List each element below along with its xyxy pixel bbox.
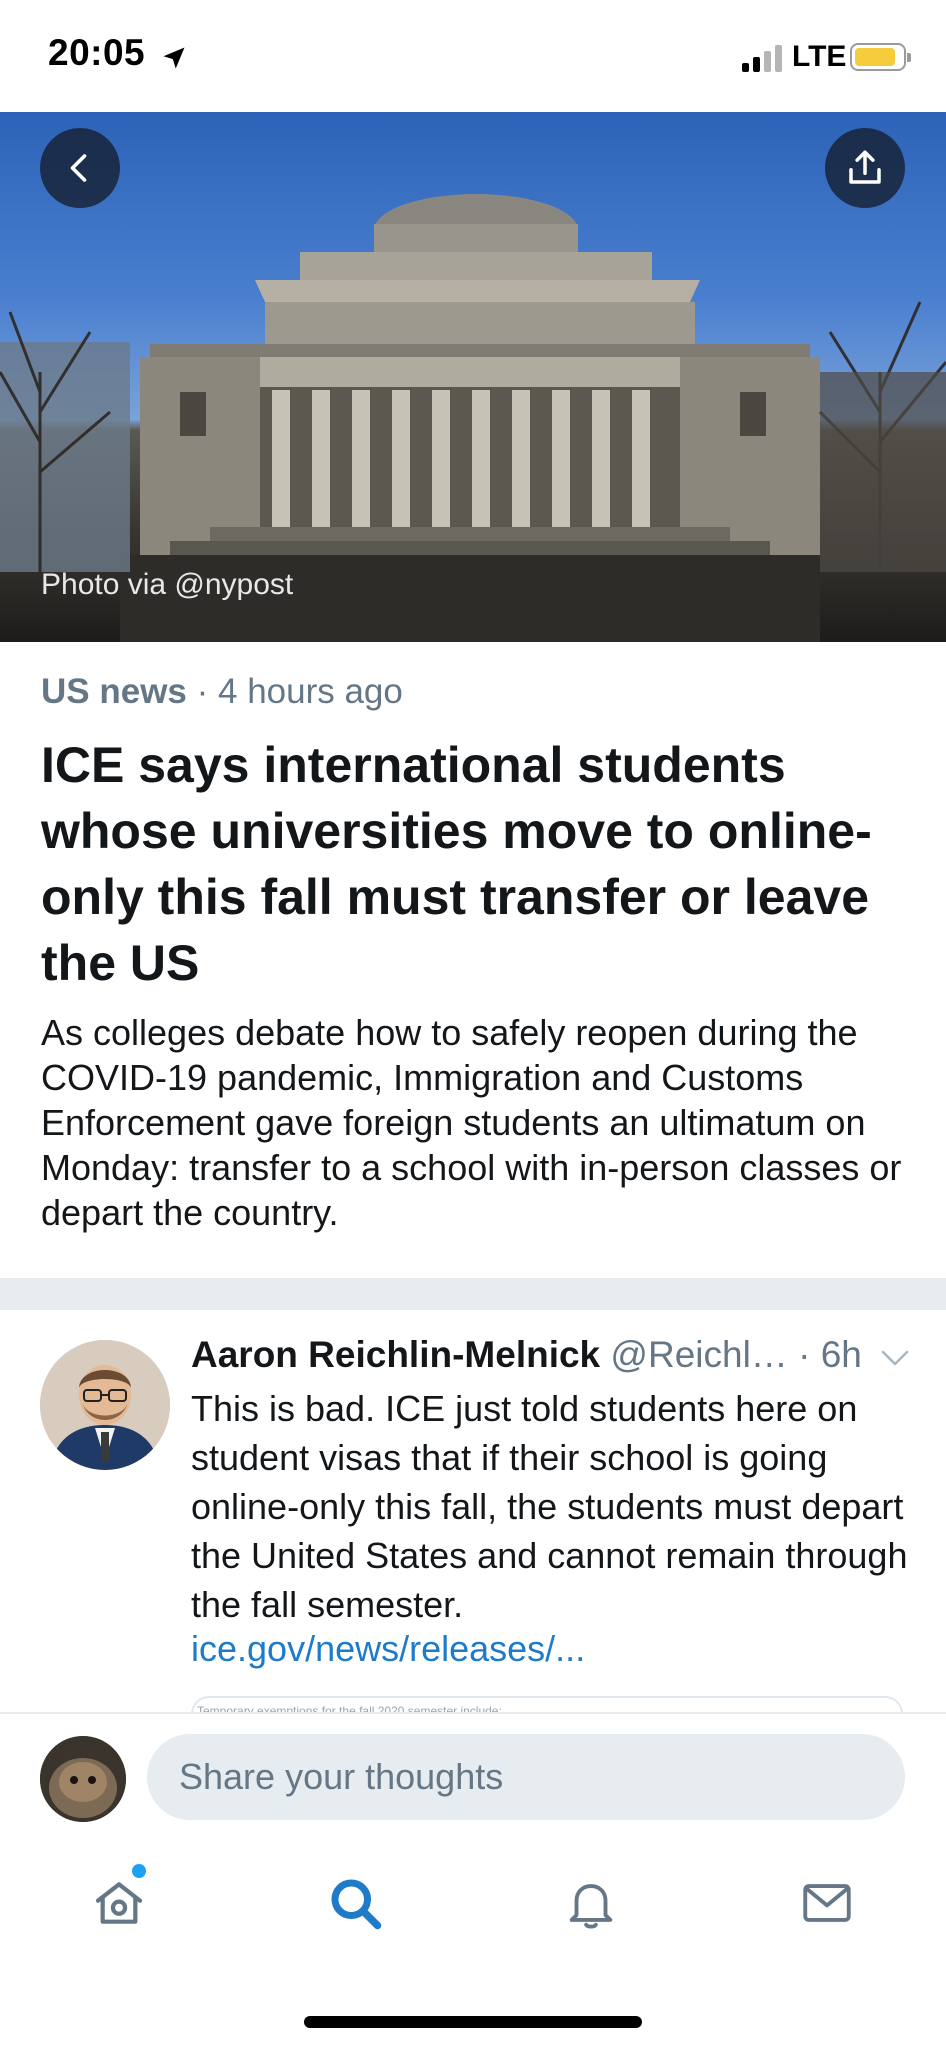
network-type: LTE — [792, 40, 847, 73]
library-photo — [0, 194, 946, 642]
tab-home[interactable] — [84, 1868, 154, 1938]
notification-dot — [132, 1864, 146, 1878]
home-indicator[interactable] — [304, 2016, 642, 2028]
article-category[interactable]: US news — [41, 672, 187, 711]
tweet-header: Aaron Reichlin-Melnick @Reichl… · 6h — [191, 1334, 931, 1384]
tab-notifications[interactable] — [556, 1868, 626, 1938]
chevron-down-icon[interactable] — [880, 1348, 910, 1368]
battery-icon — [850, 43, 911, 71]
status-time: 20:05 — [48, 32, 146, 73]
share-icon — [849, 150, 881, 184]
status-bar: 20:05 LTE — [0, 0, 946, 112]
home-icon — [95, 1882, 143, 1924]
mail-icon — [803, 1884, 851, 1922]
bell-icon — [569, 1884, 613, 1929]
article-time: 4 hours ago — [218, 672, 403, 711]
chevron-left-icon — [70, 154, 87, 182]
section-divider — [0, 1278, 946, 1310]
meta-separator: · — [186, 672, 218, 711]
screen: 20:05 LTE Photo via @nypost US news · 4 … — [0, 0, 946, 2048]
back-button[interactable] — [40, 128, 120, 208]
user-photo — [40, 1736, 126, 1822]
search-icon — [331, 1879, 382, 1930]
tweet-time: · 6h — [798, 1334, 862, 1375]
tweet-author-handle[interactable]: @Reichl… — [610, 1334, 787, 1375]
share-button[interactable] — [825, 128, 905, 208]
tab-search[interactable] — [320, 1868, 390, 1938]
article-meta: US news · 4 hours ago — [41, 672, 403, 712]
signal-icon — [742, 44, 784, 72]
tweet-author-name[interactable]: Aaron Reichlin-Melnick — [191, 1334, 600, 1375]
article-summary: As colleges debate how to safely reopen … — [41, 1012, 902, 1233]
tweet-link[interactable]: ice.gov/news/releases/... — [191, 1628, 585, 1670]
tweet-text: This is bad. ICE just told students here… — [191, 1388, 908, 1625]
person-photo — [40, 1340, 170, 1470]
user-avatar[interactable] — [40, 1736, 126, 1822]
tab-messages[interactable] — [792, 1868, 862, 1938]
photo-credit: Photo via @nypost — [41, 568, 294, 601]
compose-box[interactable] — [147, 1734, 905, 1820]
location-arrow-icon — [163, 47, 185, 69]
article-headline: ICE says international students whose un… — [41, 737, 872, 991]
tweet-avatar[interactable] — [40, 1340, 170, 1470]
article-hero-image: Photo via @nypost — [0, 112, 946, 642]
share-thoughts-input[interactable] — [179, 1734, 879, 1820]
